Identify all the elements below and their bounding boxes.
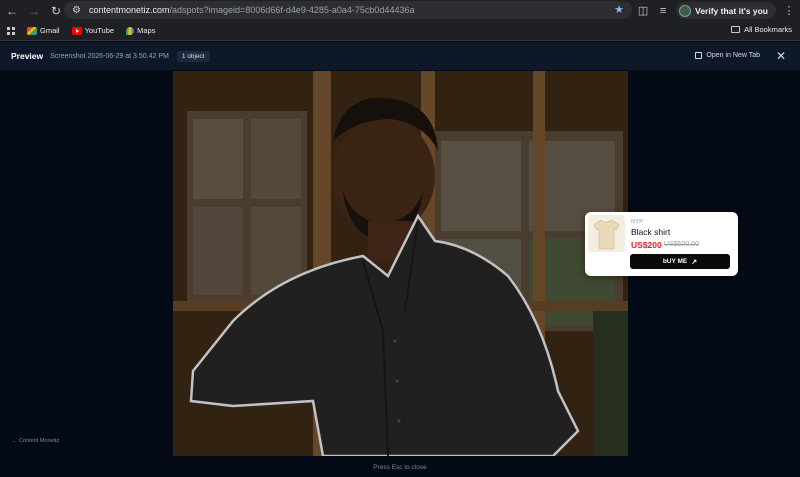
product-thumbnail xyxy=(588,215,625,252)
preview-filename: Screenshot 2026-06-29 at 3.50.42 PM xyxy=(50,52,169,60)
gmail-icon xyxy=(27,26,37,35)
url-path: /adspots?imageid=8006d66f-d4e9-4285-a0a4… xyxy=(169,5,415,15)
open-new-tab-label: Open in New Tab xyxy=(706,52,760,59)
product-price: US$200 xyxy=(631,240,662,250)
media-control-icon[interactable]: ≡ xyxy=(656,5,670,17)
bookmarks-bar: Gmail YouTube Maps All Bookmarks xyxy=(0,21,800,41)
url-host: contentmonetiz.com xyxy=(88,5,170,15)
extensions-icon[interactable]: ◫ xyxy=(636,4,650,17)
forward-icon[interactable]: → xyxy=(25,2,43,20)
preview-image xyxy=(173,71,628,456)
footer-brand-label: Content Monetiz xyxy=(19,438,60,444)
more-menu-icon[interactable]: ⋮ xyxy=(782,4,796,17)
verify-identity-chip[interactable]: Verify that it's you xyxy=(676,2,776,19)
object-count-badge: 1 object xyxy=(176,50,210,62)
bookmark-youtube[interactable]: YouTube xyxy=(71,26,115,35)
verify-label: Verify that it's you xyxy=(695,5,768,16)
youtube-icon xyxy=(71,26,82,35)
bookmark-maps[interactable]: Maps xyxy=(126,26,155,35)
preview-title: Preview xyxy=(11,51,44,61)
bookmark-star-icon[interactable]: ★ xyxy=(614,3,624,16)
open-new-tab-button[interactable]: Open in New Tab xyxy=(695,52,760,59)
product-brand: NYP xyxy=(631,219,644,225)
buy-button-label: bUY ME xyxy=(662,258,688,265)
browser-toolbar: ← → ↻ ⚙ contentmonetiz.com/adspots?image… xyxy=(0,0,800,21)
footer-brand[interactable]: ← Content Monetiz xyxy=(12,438,59,444)
close-icon[interactable]: ✕ xyxy=(776,49,786,63)
product-name: Black shirt xyxy=(631,227,671,237)
url-text: contentmonetiz.com/adspots?imageid=8006d… xyxy=(89,5,415,15)
apps-grid-icon[interactable] xyxy=(7,26,15,35)
external-link-icon xyxy=(695,52,703,59)
preview-header: Preview Screenshot 2026-06-29 at 3.50.42… xyxy=(0,42,800,70)
all-bookmarks-label: All Bookmarks xyxy=(744,25,792,34)
product-card[interactable]: NYP Black shirt US$200 US$500.00 bUY ME … xyxy=(585,212,738,276)
esc-hint: Press Esc to close xyxy=(373,464,427,471)
maps-icon xyxy=(126,26,135,35)
external-link-icon: ↗ xyxy=(691,258,698,266)
address-bar[interactable]: ⚙ contentmonetiz.com/adspots?imageid=800… xyxy=(64,1,632,19)
avatar xyxy=(679,4,692,17)
bookmark-gmail[interactable]: Gmail xyxy=(27,26,60,35)
product-old-price: US$500.00 xyxy=(664,241,700,248)
bookmark-label: Maps xyxy=(137,26,156,35)
back-icon[interactable]: ← xyxy=(3,2,21,20)
folder-icon xyxy=(731,26,741,33)
bookmark-label: Gmail xyxy=(40,26,60,35)
shirt-icon xyxy=(593,219,620,250)
reload-icon[interactable]: ↻ xyxy=(47,2,65,20)
buy-button[interactable]: bUY ME ↗ xyxy=(630,254,730,269)
photo-scene xyxy=(173,71,628,456)
bookmark-label: YouTube xyxy=(84,26,115,35)
site-info-icon[interactable]: ⚙ xyxy=(72,5,81,16)
all-bookmarks[interactable]: All Bookmarks xyxy=(731,25,792,34)
